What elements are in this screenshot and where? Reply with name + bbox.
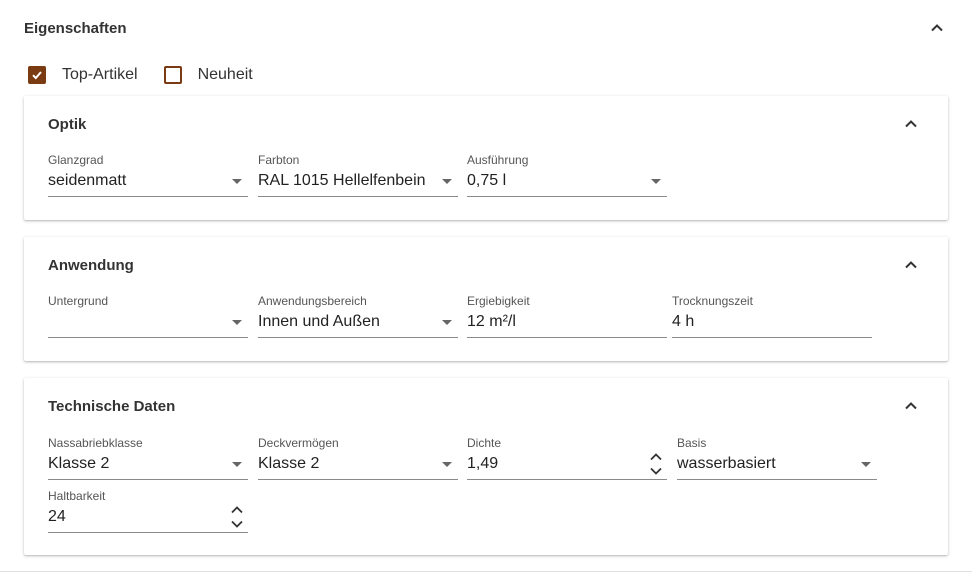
field-label: Farbton xyxy=(258,153,300,167)
field-underline xyxy=(672,337,872,338)
field-value: RAL 1015 Hellelfenbein xyxy=(258,172,426,189)
select-ausfuehrung[interactable]: Ausführung 0,75 l xyxy=(467,153,667,205)
field-value: 12 m²/l xyxy=(467,313,516,330)
input-ergiebigkeit[interactable]: Ergiebigkeit 12 m²/l xyxy=(467,294,667,346)
chevron-up-icon[interactable] xyxy=(902,397,920,415)
field-underline xyxy=(467,337,667,338)
caret-down-icon[interactable] xyxy=(442,462,452,467)
eigenschaften-header[interactable]: Eigenschaften xyxy=(24,16,952,42)
field-underline xyxy=(258,479,458,480)
select-glanzgrad[interactable]: Glanzgrad seidenmatt xyxy=(48,153,248,205)
field-label: Untergrund xyxy=(48,294,109,308)
chevron-up-icon[interactable] xyxy=(928,19,946,37)
caret-down-icon[interactable] xyxy=(442,179,452,184)
caret-down-icon[interactable] xyxy=(232,179,242,184)
field-label: Ergiebigkeit xyxy=(467,294,530,308)
field-label: Glanzgrad xyxy=(48,153,104,167)
field-value: wasserbasiert xyxy=(677,455,776,472)
field-value: 24 xyxy=(48,508,66,525)
caret-down-icon[interactable] xyxy=(651,179,661,184)
chevron-up-icon[interactable] xyxy=(902,256,920,274)
panel-optik: Optik Glanzgrad seidenmatt Farbton RAL 1… xyxy=(24,96,948,220)
stepper-icon[interactable] xyxy=(230,505,244,533)
field-value: 1,49 xyxy=(467,455,499,472)
field-underline xyxy=(48,532,248,533)
checkbox-label: Neuheit xyxy=(197,66,253,83)
check-icon[interactable] xyxy=(28,66,46,84)
select-anwendungsbereich[interactable]: Anwendungsbereich Innen und Außen xyxy=(258,294,458,346)
field-label: Nassabriebklasse xyxy=(48,436,143,450)
eigenschaften-section: Eigenschaften Top-Artikel Neuheit Optik … xyxy=(0,0,972,572)
field-underline xyxy=(48,337,248,338)
checkbox-empty-icon[interactable] xyxy=(163,66,182,84)
select-nassabriebklasse[interactable]: Nassabriebklasse Klasse 2 xyxy=(48,436,248,488)
field-underline xyxy=(258,337,458,338)
flag-checkboxes: Top-Artikel Neuheit xyxy=(28,64,279,86)
field-underline xyxy=(258,196,458,197)
caret-down-icon[interactable] xyxy=(232,320,242,325)
field-underline xyxy=(677,479,877,480)
field-value: Klasse 2 xyxy=(48,455,110,472)
caret-down-icon[interactable] xyxy=(442,320,452,325)
checkbox-label: Top-Artikel xyxy=(62,66,138,83)
field-label: Ausführung xyxy=(467,153,529,167)
caret-down-icon[interactable] xyxy=(861,462,871,467)
number-input-dichte[interactable]: Dichte 1,49 xyxy=(467,436,667,488)
field-underline xyxy=(48,479,248,480)
section-title: Eigenschaften xyxy=(24,20,127,37)
stepper-icon[interactable] xyxy=(649,452,663,480)
field-value: 4 h xyxy=(672,313,695,330)
field-underline xyxy=(467,479,667,480)
field-label: Haltbarkeit xyxy=(48,489,106,503)
chevron-up-icon[interactable] xyxy=(902,115,920,133)
input-trocknungszeit[interactable]: Trocknungszeit 4 h xyxy=(672,294,872,346)
field-label: Basis xyxy=(677,436,707,450)
checkbox-top-artikel[interactable]: Top-Artikel xyxy=(28,66,138,84)
panel-title: Technische Daten xyxy=(48,398,176,415)
select-untergrund[interactable]: Untergrund xyxy=(48,294,248,346)
field-value: Innen und Außen xyxy=(258,313,380,330)
panel-anwendung: Anwendung Untergrund Anwendungsbereich I… xyxy=(24,237,948,361)
field-value: 0,75 l xyxy=(467,172,507,189)
field-underline xyxy=(48,196,248,197)
field-label: Deckvermögen xyxy=(258,436,339,450)
panel-technische-daten: Technische Daten Nassabriebklasse Klasse… xyxy=(24,378,948,555)
panel-title: Optik xyxy=(48,116,87,133)
field-value: seidenmatt xyxy=(48,172,127,189)
field-underline xyxy=(467,196,667,197)
field-label: Trocknungszeit xyxy=(672,294,753,308)
select-basis[interactable]: Basis wasserbasiert xyxy=(677,436,877,488)
field-label: Dichte xyxy=(467,436,502,450)
select-farbton[interactable]: Farbton RAL 1015 Hellelfenbein xyxy=(258,153,458,205)
select-deckvermoegen[interactable]: Deckvermögen Klasse 2 xyxy=(258,436,458,488)
field-value: Klasse 2 xyxy=(258,455,320,472)
number-input-haltbarkeit[interactable]: Haltbarkeit 24 xyxy=(48,489,248,541)
panel-title: Anwendung xyxy=(48,257,134,274)
checkbox-neuheit[interactable]: Neuheit xyxy=(163,66,253,84)
caret-down-icon[interactable] xyxy=(232,462,242,467)
field-label: Anwendungsbereich xyxy=(258,294,367,308)
